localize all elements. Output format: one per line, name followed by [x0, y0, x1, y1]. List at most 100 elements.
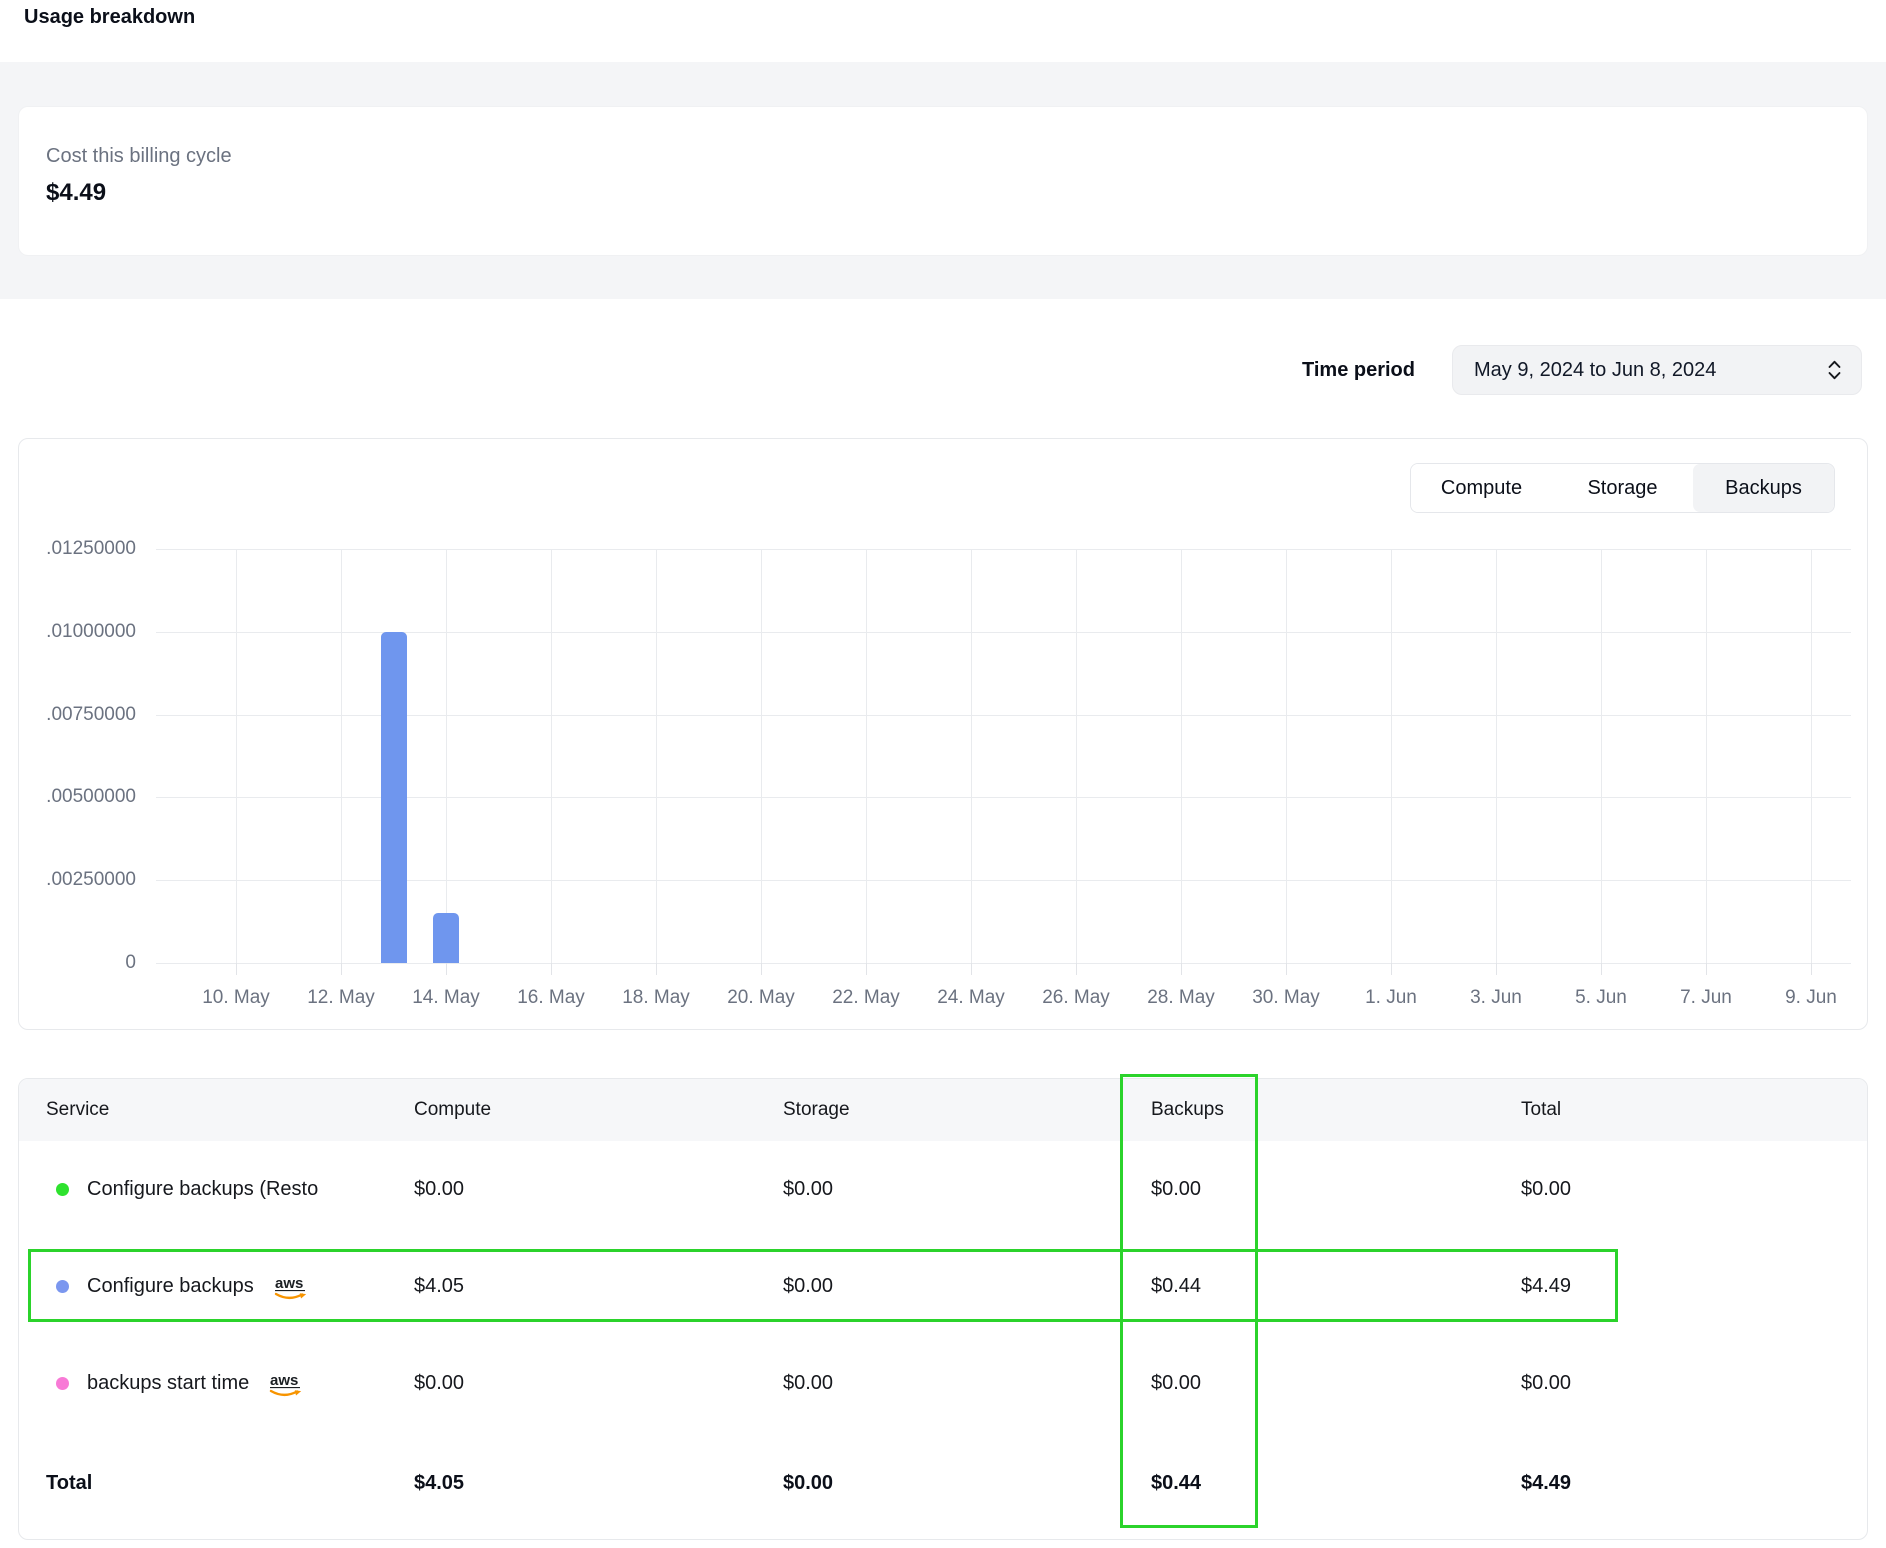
x-axis-tick-label: 16. May: [491, 987, 611, 1009]
v-gridline: [1286, 549, 1287, 963]
v-gridline: [761, 549, 762, 963]
x-axis-tick: [1076, 963, 1077, 975]
service-name: backups start time: [87, 1372, 249, 1395]
h-gridline: [156, 549, 1851, 550]
series-dot-green: [56, 1183, 69, 1196]
svg-text:aws: aws: [270, 1372, 298, 1389]
x-axis-tick: [656, 963, 657, 975]
x-axis-tick: [1601, 963, 1602, 975]
time-period-label: Time period: [1302, 359, 1415, 382]
x-axis-tick-label: 26. May: [1016, 987, 1136, 1009]
y-axis-tick-label: 0: [31, 951, 136, 975]
x-axis-tick-label: 3. Jun: [1436, 987, 1556, 1009]
x-axis-tick-label: 7. Jun: [1646, 987, 1766, 1009]
total-total: $4.49: [1521, 1472, 1867, 1495]
cell-compute: $0.00: [414, 1178, 783, 1201]
x-axis-tick-label: 20. May: [701, 987, 821, 1009]
v-gridline: [1601, 549, 1602, 963]
x-axis-tick-label: 9. Jun: [1751, 987, 1871, 1009]
cell-compute: $0.00: [414, 1372, 783, 1395]
col-header-backups: Backups: [1151, 1099, 1521, 1121]
v-gridline: [341, 549, 342, 963]
v-gridline: [866, 549, 867, 963]
x-axis-tick-label: 28. May: [1121, 987, 1241, 1009]
x-axis-tick: [1496, 963, 1497, 975]
x-axis-tick: [446, 963, 447, 975]
y-axis-tick-label: .00250000: [31, 868, 136, 892]
cell-backups: $0.00: [1151, 1372, 1521, 1395]
y-axis-tick-label: .00750000: [31, 703, 136, 727]
h-gridline: [156, 715, 1851, 716]
tab-backups[interactable]: Backups: [1693, 464, 1834, 512]
time-period-value: May 9, 2024 to Jun 8, 2024: [1474, 359, 1716, 382]
page-title: Usage breakdown: [24, 6, 195, 29]
series-dot-blue: [56, 1280, 69, 1293]
cell-storage: $0.00: [783, 1372, 1151, 1395]
x-axis-tick-label: 24. May: [911, 987, 1031, 1009]
v-gridline: [1391, 549, 1392, 963]
v-gridline: [1706, 549, 1707, 963]
v-gridline: [236, 549, 237, 963]
chevron-up-down-icon: [1826, 358, 1843, 382]
x-axis-tick: [971, 963, 972, 975]
v-gridline: [551, 549, 552, 963]
x-axis-tick-label: 22. May: [806, 987, 926, 1009]
time-period-row: Time period May 9, 2024 to Jun 8, 2024: [1302, 345, 1862, 395]
usage-chart-card: Compute Storage Backups .01250000.010000…: [18, 438, 1868, 1030]
summary-band: Cost this billing cycle $4.49: [0, 62, 1886, 299]
cell-total: $0.00: [1521, 1178, 1867, 1201]
x-axis-tick: [341, 963, 342, 975]
h-gridline: [156, 880, 1851, 881]
h-gridline: [156, 632, 1851, 633]
x-axis-tick: [1181, 963, 1182, 975]
x-axis-tick-label: 14. May: [386, 987, 506, 1009]
cell-backups: $0.44: [1151, 1275, 1521, 1298]
x-axis-tick-label: 1. Jun: [1331, 987, 1451, 1009]
x-axis-tick: [236, 963, 237, 975]
total-storage: $0.00: [783, 1472, 1151, 1495]
aws-logo-icon: aws: [267, 1370, 307, 1406]
cell-storage: $0.00: [783, 1178, 1151, 1201]
x-axis-tick-label: 12. May: [281, 987, 401, 1009]
y-axis-tick-label: .01000000: [31, 620, 136, 644]
col-header-compute: Compute: [414, 1099, 783, 1121]
x-axis-tick: [551, 963, 552, 975]
table-total-row: Total $4.05 $0.00 $0.44 $4.49: [19, 1432, 1867, 1535]
cost-summary-card: Cost this billing cycle $4.49: [18, 106, 1868, 256]
cost-cycle-label: Cost this billing cycle: [46, 145, 232, 168]
h-gridline: [156, 963, 1851, 964]
cell-storage: $0.00: [783, 1275, 1151, 1298]
v-gridline: [656, 549, 657, 963]
v-gridline: [1811, 549, 1812, 963]
total-label: Total: [19, 1472, 414, 1495]
time-period-select[interactable]: May 9, 2024 to Jun 8, 2024: [1452, 345, 1862, 395]
x-axis-tick: [866, 963, 867, 975]
usage-bar: [381, 632, 407, 963]
tab-storage[interactable]: Storage: [1552, 464, 1693, 512]
v-gridline: [446, 549, 447, 963]
col-header-storage: Storage: [783, 1099, 1151, 1121]
total-compute: $4.05: [414, 1472, 783, 1495]
chart-metric-tabs: Compute Storage Backups: [1410, 463, 1835, 513]
service-name: Configure backups: [87, 1275, 254, 1298]
x-axis-tick-label: 5. Jun: [1541, 987, 1661, 1009]
tab-compute[interactable]: Compute: [1411, 464, 1552, 512]
cost-cycle-value: $4.49: [46, 179, 106, 207]
table-row: backups start time aws $0.00 $0.00 $0.00…: [19, 1335, 1867, 1432]
service-name: Configure backups (Resto: [87, 1178, 318, 1201]
x-axis-tick-label: 30. May: [1226, 987, 1346, 1009]
table-row: Configure backups (Resto $0.00 $0.00 $0.…: [19, 1141, 1867, 1238]
table-header-row: Service Compute Storage Backups Total: [19, 1079, 1867, 1141]
cell-total: $4.49: [1521, 1275, 1867, 1298]
svg-text:aws: aws: [275, 1275, 303, 1292]
h-gridline: [156, 797, 1851, 798]
y-axis-tick-label: .00500000: [31, 785, 136, 809]
aws-logo-icon: aws: [272, 1273, 312, 1309]
total-backups: $0.44: [1151, 1472, 1521, 1495]
cell-backups: $0.00: [1151, 1178, 1521, 1201]
v-gridline: [971, 549, 972, 963]
x-axis-tick: [1811, 963, 1812, 975]
x-axis-tick-label: 10. May: [176, 987, 296, 1009]
x-axis-tick: [1286, 963, 1287, 975]
usage-bar: [433, 913, 459, 963]
